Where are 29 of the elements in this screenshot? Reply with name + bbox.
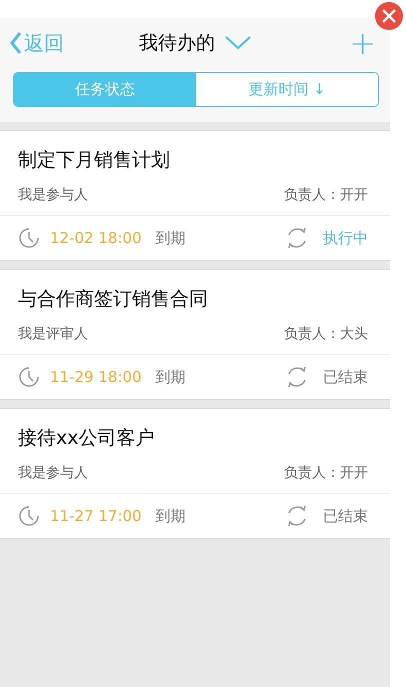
- due-label: 到期: [156, 506, 186, 526]
- due-time: 12-02 18:00: [50, 229, 142, 247]
- clock-icon: [18, 366, 40, 388]
- clock-icon: [18, 505, 40, 527]
- close-icon[interactable]: [375, 2, 403, 30]
- dropdown-icon[interactable]: [225, 36, 251, 50]
- owner-text: 负责人：大头: [284, 325, 368, 343]
- due-time: 11-27 17:00: [50, 507, 142, 525]
- task-title: 制定下月销售计划: [18, 148, 171, 173]
- status-text: 执行中: [323, 228, 368, 248]
- clock-icon: [18, 227, 40, 249]
- tab[interactable]: 更新时间 ↓: [196, 73, 378, 106]
- status-text: 已结束: [323, 506, 368, 526]
- back-icon: [10, 31, 22, 55]
- due-time: 11-29 18:00: [50, 368, 142, 386]
- page-title: 我待办的: [139, 31, 215, 56]
- back-button[interactable]: 返回: [10, 30, 64, 56]
- due-label: 到期: [156, 228, 186, 248]
- owner-text: 负责人：开开: [284, 464, 368, 482]
- role-text: 我是参与人: [18, 464, 88, 482]
- owner-text: 负责人：开开: [284, 186, 368, 204]
- due-label: 到期: [156, 368, 186, 386]
- role-text: 我是参与人: [18, 186, 88, 204]
- add-button[interactable]: +: [345, 27, 380, 59]
- role-text: 我是评审人: [18, 325, 88, 343]
- task-title: 与合作商签订销售合同: [18, 287, 209, 312]
- tab[interactable]: 任务状态: [14, 73, 196, 106]
- task-title: 接待xx公司客户: [18, 426, 156, 451]
- status-text: 已结束: [323, 368, 368, 386]
